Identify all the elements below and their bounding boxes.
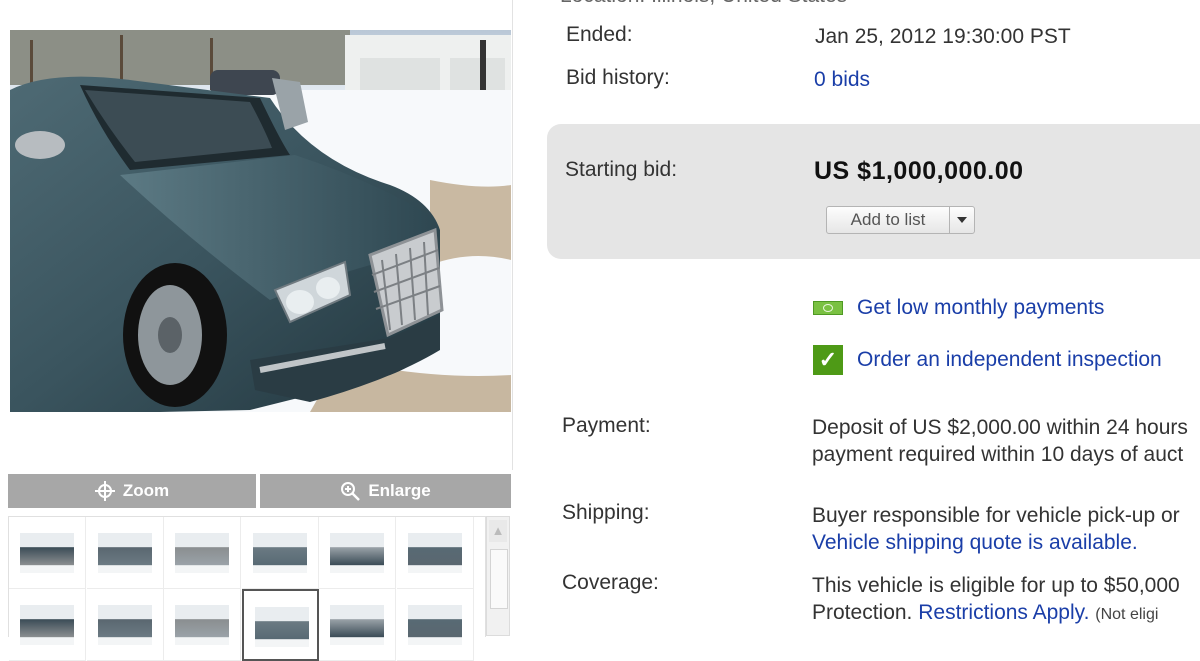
payment-line-1: Deposit of US $2,000.00 within 24 hours (812, 416, 1188, 439)
photo-gallery: Zoom Enlarge ▲ (0, 0, 515, 661)
thumbnail-11[interactable] (319, 589, 396, 661)
money-icon (813, 301, 843, 315)
bid-history-label: Bid history: (566, 66, 670, 89)
thumbnail-2[interactable] (86, 517, 164, 589)
monthly-payments-row: Get low monthly payments (813, 296, 1104, 320)
restrictions-link[interactable]: Restrictions Apply. (918, 601, 1089, 624)
thumbnail-image (20, 605, 74, 645)
thumbnail-7[interactable] (9, 589, 86, 661)
ended-label: Ended: (566, 23, 633, 46)
car-photo-illustration (10, 30, 511, 412)
starting-bid-panel (547, 124, 1200, 259)
photo-toolbar: Zoom Enlarge (8, 474, 511, 508)
starting-bid-label: Starting bid: (565, 158, 678, 181)
thumbnail-6[interactable] (396, 517, 474, 589)
thumbnail-scrollbar[interactable]: ▲ (486, 516, 510, 636)
checkmark-icon: ✓ (813, 345, 843, 375)
zoom-button[interactable]: Zoom (8, 474, 256, 508)
thumbnail-10[interactable] (241, 589, 319, 661)
thumbnail-12[interactable] (396, 589, 474, 661)
thumbnail-image (330, 605, 384, 645)
thumbnail-image (97, 533, 152, 573)
inspection-row: ✓ Order an independent inspection (813, 345, 1162, 375)
thumbnail-image (407, 533, 462, 573)
scroll-up-arrow-icon[interactable]: ▲ (489, 520, 507, 542)
gallery-divider (512, 0, 513, 470)
thumbnail-image (330, 533, 384, 573)
thumbnail-4[interactable] (241, 517, 319, 589)
coverage-line-1: This vehicle is eligible for up to $50,0… (812, 574, 1180, 597)
shipping-quote-link[interactable]: Vehicle shipping quote is available. (812, 531, 1138, 555)
ended-value: Jan 25, 2012 19:30:00 PST (815, 25, 1071, 48)
thumbnail-image (20, 533, 74, 573)
starting-bid-amount: US $1,000,000.00 (814, 157, 1024, 185)
thumbnail-image (175, 533, 229, 573)
scrollbar-thumb[interactable] (490, 549, 508, 609)
add-to-list-button[interactable]: Add to list (826, 206, 975, 234)
thumbnail-8[interactable] (86, 589, 164, 661)
coverage-label: Coverage: (562, 571, 659, 594)
enlarge-label: Enlarge (368, 481, 431, 500)
inspection-link[interactable]: Order an independent inspection (857, 348, 1162, 372)
magnifier-plus-icon (341, 482, 361, 501)
coverage-note: (Not eligi (1095, 606, 1159, 623)
zoom-label: Zoom (122, 481, 170, 500)
add-to-list-dropdown[interactable] (950, 207, 974, 233)
payment-line-2: payment required within 10 days of auct (812, 443, 1184, 466)
crosshair-icon (94, 481, 115, 501)
thumbnail-image (254, 607, 309, 647)
coverage-protection-text: Protection. (812, 601, 913, 624)
coverage-line-2: Protection. Restrictions Apply. (Not eli… (812, 601, 1158, 625)
main-vehicle-photo[interactable] (10, 30, 511, 412)
thumbnail-image (407, 605, 462, 645)
monthly-payments-link[interactable]: Get low monthly payments (857, 296, 1104, 320)
payment-label: Payment: (562, 414, 651, 437)
thumbnail-strip (8, 516, 486, 661)
location-text-cut: Location: Illinois, United States (560, 0, 847, 8)
bid-history-link[interactable]: 0 bids (814, 68, 870, 92)
caret-down-icon (957, 217, 967, 223)
thumbnail-image (252, 533, 307, 573)
thumbnail-1[interactable] (9, 517, 86, 589)
thumbnail-9[interactable] (164, 589, 241, 661)
thumbnail-3[interactable] (164, 517, 241, 589)
thumbnail-image (97, 605, 152, 645)
add-to-list-label[interactable]: Add to list (827, 207, 950, 233)
shipping-line-1: Buyer responsible for vehicle pick-up or (812, 504, 1180, 527)
thumbnail-image (175, 605, 229, 645)
shipping-label: Shipping: (562, 501, 650, 524)
enlarge-button[interactable]: Enlarge (260, 474, 511, 508)
thumbnail-5[interactable] (319, 517, 396, 589)
